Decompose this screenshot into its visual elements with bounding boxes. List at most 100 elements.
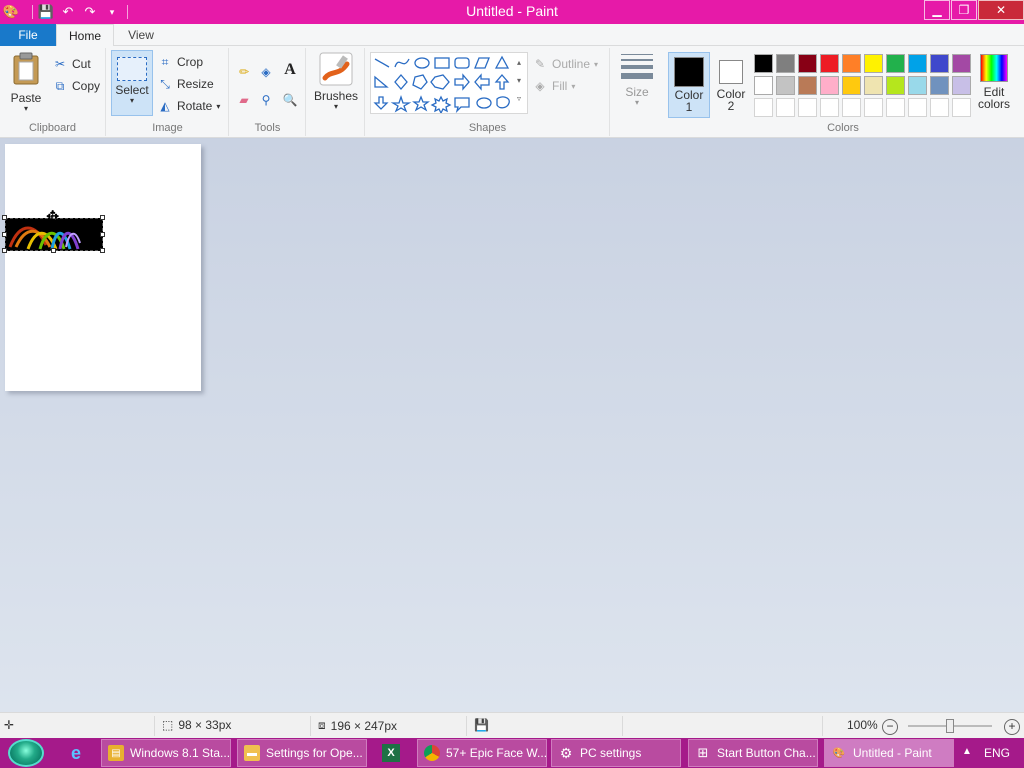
shapes-gallery-icons [373,55,510,115]
size-button[interactable]: Size ▾ [615,52,659,107]
zoom-slider[interactable] [908,719,992,733]
resize-icon: ⤡ [160,76,170,91]
taskbar-item-start-button[interactable]: ⊞ Start Button Cha... [688,739,818,767]
custom-color-slot[interactable] [798,98,817,117]
custom-color-slot[interactable] [908,98,927,117]
taskbar-item-label: PC settings [580,746,642,760]
undo-icon[interactable]: ↶ [59,3,77,21]
zoom-slider-thumb[interactable] [946,719,954,733]
select-button[interactable]: Select ▾ [111,50,153,116]
crop-button[interactable]: ⌗ Crop [157,54,203,70]
pencil-icon[interactable]: ✏ [236,64,252,80]
excel-icon[interactable]: X [379,741,403,765]
language-indicator[interactable]: ENG [984,746,1010,760]
taskbar-item-pc-settings[interactable]: ⚙ PC settings [551,739,681,767]
show-hidden-icons-button[interactable]: ▲ [962,746,972,757]
palette-color-swatch[interactable] [886,54,905,73]
resize-handle[interactable] [100,248,105,253]
paste-button[interactable]: Paste ▾ [6,52,46,113]
rotate-button[interactable]: ◭ Rotate ▾ [157,98,220,114]
palette-color-swatch[interactable] [930,76,949,95]
palette-color-swatch[interactable] [754,54,773,73]
palette-color-swatch[interactable] [820,54,839,73]
tab-view[interactable]: View [114,24,168,46]
drawing-canvas[interactable]: ✥ [2,144,201,391]
resize-handle[interactable] [51,248,56,253]
outline-button[interactable]: ✎ Outline ▾ [532,56,598,72]
chevron-down-icon: ▾ [23,104,28,113]
palette-color-swatch[interactable] [908,76,927,95]
palette-color-swatch[interactable] [776,54,795,73]
palette-color-swatch[interactable] [798,54,817,73]
paint-app-icon[interactable]: 🎨 [2,3,20,21]
magnifier-icon[interactable]: 🔍 [282,92,298,108]
custom-color-slot[interactable] [842,98,861,117]
taskbar-item-label: Untitled - Paint [853,746,932,760]
palette-color-swatch[interactable] [952,76,971,95]
copy-button[interactable]: ⧉ Copy [52,78,100,94]
palette-color-swatch[interactable] [842,54,861,73]
custom-color-slot[interactable] [930,98,949,117]
redo-icon[interactable]: ↷ [81,3,99,21]
disk-icon: 💾 [474,718,489,732]
taskbar-item-windows-81[interactable]: ▤ Windows 8.1 Sta... [101,739,231,767]
resize-handle[interactable] [100,215,105,220]
taskbar-item-chrome[interactable]: 57+ Epic Face W... [417,739,547,767]
windows-logo-icon: ⊞ [697,745,709,760]
palette-color-swatch[interactable] [886,76,905,95]
image-group: Select ▾ ⌗ Crop ⤡ Resize ◭ Rotate ▾ Imag… [107,48,229,136]
save-icon[interactable]: 💾 [37,3,55,21]
palette-color-swatch[interactable] [754,76,773,95]
color2-button[interactable]: Color 2 [712,52,750,112]
close-button[interactable]: ✕ [978,0,1024,20]
palette-color-swatch[interactable] [864,76,883,95]
palette-color-swatch[interactable] [908,54,927,73]
custom-color-slot[interactable] [952,98,971,117]
qat-separator [32,5,33,19]
eraser-icon[interactable]: ▰ [236,92,252,108]
resize-button[interactable]: ⤡ Resize [157,76,214,92]
start-button[interactable] [8,739,44,767]
zoom-in-button[interactable]: + [1004,719,1020,735]
edit-colors-label-2: colors [977,97,1010,111]
palette-color-swatch[interactable] [842,76,861,95]
customize-qat-icon[interactable]: ▾ [103,3,121,21]
zoom-out-button[interactable]: − [882,719,898,735]
brushes-button[interactable]: Brushes ▾ [313,52,359,111]
shapes-scroll[interactable]: ▴ ▾ ▿ [514,54,524,112]
palette-color-swatch[interactable] [930,54,949,73]
edit-colors-button[interactable]: Edit colors [974,52,1014,110]
custom-color-slot[interactable] [754,98,773,117]
maximize-button[interactable]: ❐ [951,0,977,20]
palette-color-swatch[interactable] [952,54,971,73]
internet-explorer-icon[interactable]: e [64,741,88,765]
tab-file[interactable]: File [0,24,56,46]
fill-bucket-icon[interactable]: ◈ [258,64,274,80]
rotate-icon: ◭ [160,99,170,113]
resize-handle[interactable] [100,232,105,237]
tab-home[interactable]: Home [56,24,114,47]
resize-handle[interactable] [2,248,7,253]
palette-color-swatch[interactable] [820,76,839,95]
resize-handle[interactable] [2,215,7,220]
custom-color-slot[interactable] [886,98,905,117]
custom-color-slot[interactable] [864,98,883,117]
color-picker-icon[interactable]: ⚲ [258,92,274,108]
taskbar-item-settings[interactable]: ▬ Settings for Ope... [237,739,367,767]
custom-color-slot[interactable] [820,98,839,117]
fill-button[interactable]: ◈ Fill ▾ [532,78,575,94]
clipboard-group: Paste ▾ ✂ Cut ⧉ Copy Clipboard [0,48,106,136]
window-title: Untitled - Paint [466,3,558,19]
clipboard-group-label: Clipboard [28,122,77,134]
taskbar-item-paint[interactable]: 🎨 Untitled - Paint [824,739,954,767]
minimize-button[interactable]: ▁ [924,0,950,20]
resize-handle[interactable] [2,232,7,237]
custom-color-slot[interactable] [776,98,795,117]
cut-button[interactable]: ✂ Cut [52,56,91,72]
palette-color-swatch[interactable] [864,54,883,73]
palette-color-swatch[interactable] [798,76,817,95]
text-tool-icon[interactable]: A [282,61,298,78]
color1-button[interactable]: Color 1 [668,52,710,118]
palette-color-swatch[interactable] [776,76,795,95]
copy-icon: ⧉ [55,78,65,93]
